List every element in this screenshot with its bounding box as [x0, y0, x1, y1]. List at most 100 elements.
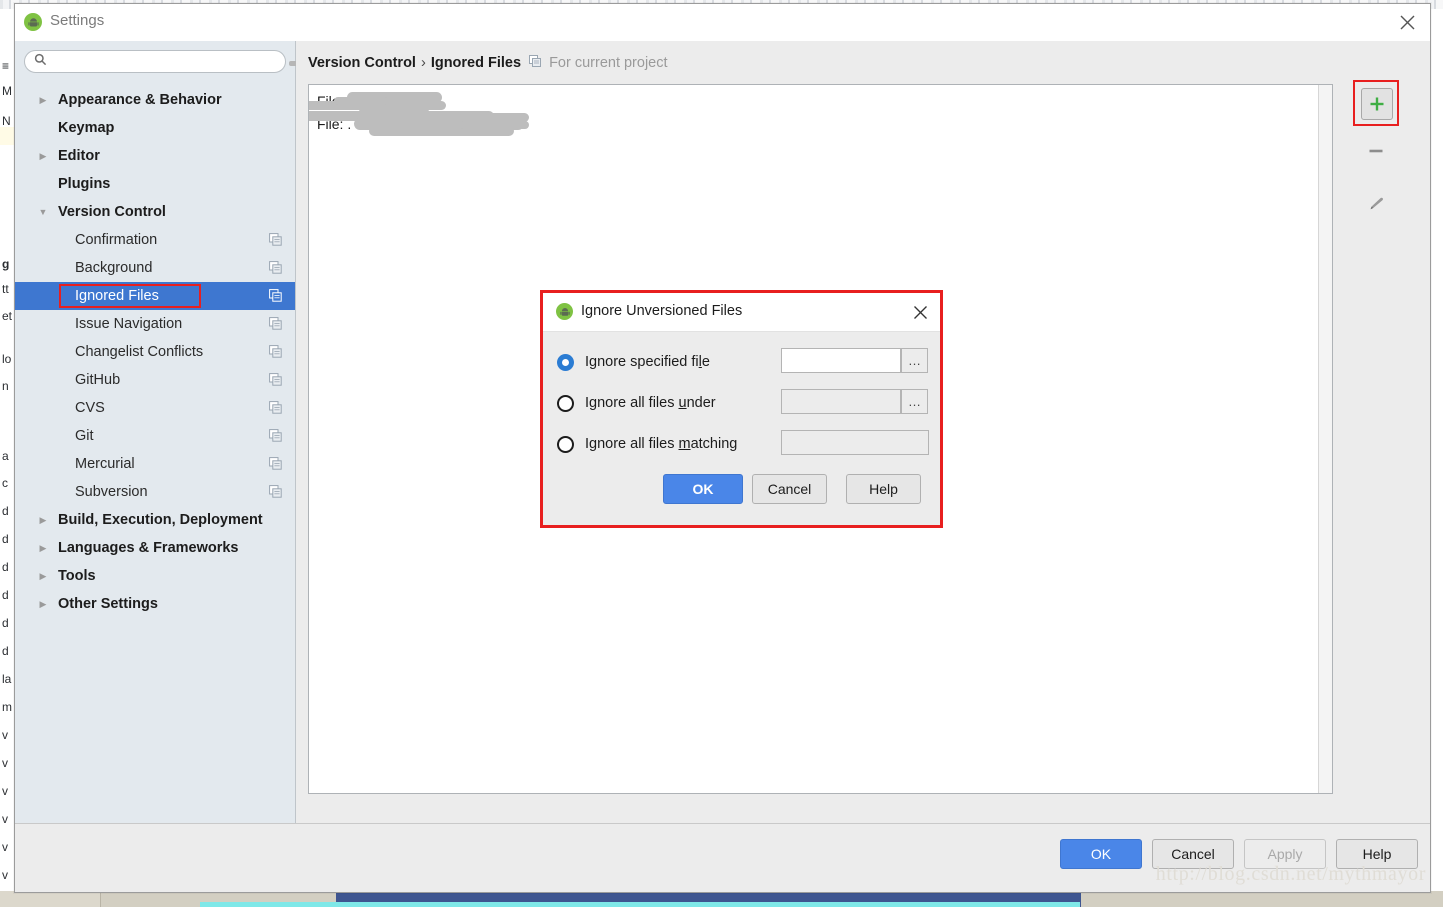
- sidebar-item-label: Git: [75, 428, 94, 444]
- sidebar-item-plugins[interactable]: Plugins: [15, 170, 295, 198]
- background-text-fragment: M: [2, 84, 12, 98]
- copy-icon: [269, 485, 282, 503]
- background-text-fragment: v: [2, 812, 8, 826]
- redaction-mark: [459, 121, 529, 129]
- settings-footer: OK Cancel Apply Help http://blog.csdn.ne…: [15, 823, 1430, 892]
- sidebar-item-keymap[interactable]: Keymap: [15, 114, 295, 142]
- browse-specified-file-button[interactable]: …: [901, 348, 928, 373]
- sidebar-item-version-control[interactable]: ▼ Version Control: [15, 198, 295, 226]
- dialog-ok-button[interactable]: OK: [663, 474, 743, 504]
- android-studio-icon: [556, 303, 573, 320]
- copy-icon: [269, 429, 282, 447]
- sidebar-item-label: Confirmation: [75, 232, 158, 248]
- copy-icon: [269, 233, 282, 251]
- copy-icon: [529, 55, 542, 71]
- sidebar-item-background[interactable]: Background: [15, 254, 295, 282]
- background-text-fragment: v: [2, 756, 8, 770]
- radio-ignore-all-files-under[interactable]: [557, 394, 574, 412]
- sidebar-item-editor[interactable]: ▶ Editor: [15, 142, 295, 170]
- breadcrumb: Version Control › Ignored Files For curr…: [308, 55, 668, 71]
- search-box[interactable]: [24, 50, 286, 73]
- background-text-fragment: d: [2, 532, 9, 546]
- background-text-fragment: la: [2, 672, 12, 686]
- breadcrumb-current: Ignored Files: [430, 55, 522, 71]
- search-input[interactable]: [52, 53, 276, 70]
- sidebar-item-label: Other Settings: [58, 596, 158, 612]
- sidebar-item-label: Appearance & Behavior: [58, 92, 222, 108]
- sidebar-item-languages-frameworks[interactable]: ▶ Languages & Frameworks: [15, 534, 295, 562]
- option-label: Ignore all files matching: [585, 436, 738, 452]
- copy-icon: [269, 373, 282, 391]
- background-text-fragment: c: [2, 476, 8, 490]
- background-text-fragment: v: [2, 728, 8, 742]
- close-icon[interactable]: [906, 298, 934, 326]
- sidebar-item-cvs[interactable]: CVS: [15, 394, 295, 422]
- background-text-fragment: a: [2, 449, 9, 463]
- sidebar-item-changelist-conflicts[interactable]: Changelist Conflicts: [15, 338, 295, 366]
- radio-ignore-all-files-matching[interactable]: [557, 435, 574, 453]
- sidebar-item-confirmation[interactable]: Confirmation: [15, 226, 295, 254]
- specified-file-input[interactable]: [781, 348, 901, 373]
- list-scrollbar[interactable]: [1318, 85, 1332, 793]
- copy-icon: [269, 345, 282, 363]
- sidebar-item-label: CVS: [75, 400, 105, 416]
- ok-button[interactable]: OK: [1060, 839, 1142, 869]
- background-text-fragment: v: [2, 868, 8, 882]
- search-icon: [34, 53, 47, 71]
- list-toolbar: [1340, 80, 1418, 794]
- option-ignore-all-files-matching[interactable]: Ignore all files matching: [557, 432, 737, 456]
- chevron-right-icon[interactable]: ▶: [37, 515, 49, 525]
- background-text-fragment: N: [2, 114, 11, 128]
- option-ignore-all-files-under[interactable]: Ignore all files under: [557, 391, 716, 415]
- dialog-help-button[interactable]: Help: [846, 474, 921, 504]
- chevron-right-icon[interactable]: ▶: [37, 543, 49, 553]
- browse-files-under-button[interactable]: …: [901, 389, 928, 414]
- sidebar-item-other-settings[interactable]: ▶ Other Settings: [15, 590, 295, 618]
- background-text-fragment: d: [2, 504, 9, 518]
- background-text-fragment: g: [2, 257, 10, 271]
- option-ignore-specified-file[interactable]: Ignore specified file: [557, 350, 710, 374]
- radio-ignore-specified-file[interactable]: [557, 353, 574, 371]
- watermark: http://blog.csdn.net/mythmayor: [1155, 863, 1426, 885]
- sidebar-item-github[interactable]: GitHub: [15, 366, 295, 394]
- close-icon[interactable]: [1384, 4, 1430, 40]
- sidebar-item-mercurial[interactable]: Mercurial: [15, 450, 295, 478]
- background-text-fragment: d: [2, 644, 9, 658]
- remove-button[interactable]: [1361, 136, 1391, 166]
- chevron-right-icon[interactable]: ▶: [37, 95, 49, 105]
- ignore-unversioned-files-dialog: Ignore Unversioned Files Ignore specifie…: [543, 293, 940, 525]
- dialog-title: Ignore Unversioned Files: [581, 303, 743, 319]
- sidebar-item-subversion[interactable]: Subversion: [15, 478, 295, 506]
- chevron-down-icon[interactable]: ▼: [37, 207, 49, 217]
- settings-sidebar: ▶ Appearance & Behavior Keymap ▶ Editor Plugi…: [15, 41, 313, 824]
- chevron-right-icon[interactable]: ▶: [37, 151, 49, 161]
- files-under-input[interactable]: [781, 389, 901, 414]
- sidebar-item-issue-navigation[interactable]: Issue Navigation: [15, 310, 295, 338]
- add-button[interactable]: [1361, 88, 1393, 120]
- sidebar-item-label: Background: [75, 260, 153, 276]
- dialog-title-bar: Ignore Unversioned Files: [543, 293, 940, 332]
- sidebar-item-appearance-behavior[interactable]: ▶ Appearance & Behavior: [15, 86, 295, 114]
- sidebar-item-build-execution-deployment[interactable]: ▶ Build, Execution, Deployment: [15, 506, 295, 534]
- edit-pencil-icon[interactable]: [1361, 190, 1391, 220]
- sidebar-item-ignored-files[interactable]: Ignored Files: [15, 282, 295, 310]
- background-text-fragment: d: [2, 616, 9, 630]
- dialog-cancel-button[interactable]: Cancel: [752, 474, 827, 504]
- breadcrumb-separator: ›: [420, 55, 426, 71]
- sidebar-item-label: Keymap: [58, 120, 115, 136]
- background-text-fragment: n: [2, 379, 9, 393]
- sidebar-item-label: Build, Execution, Deployment: [58, 512, 263, 528]
- background-text-fragment: d: [2, 588, 9, 602]
- breadcrumb-parent[interactable]: Version Control: [308, 55, 416, 71]
- background-text-fragment: v: [2, 840, 8, 854]
- chevron-right-icon[interactable]: ▶: [37, 599, 49, 609]
- sidebar-item-git[interactable]: Git: [15, 422, 295, 450]
- sidebar-item-label: Plugins: [58, 176, 111, 192]
- files-matching-input[interactable]: [781, 430, 929, 455]
- sidebar-item-tools[interactable]: ▶ Tools: [15, 562, 295, 590]
- background-text-fragment: lo: [2, 352, 12, 366]
- background-text-fragment: ≡: [2, 59, 10, 73]
- chevron-right-icon[interactable]: ▶: [37, 571, 49, 581]
- background-text-fragment: m: [2, 700, 12, 714]
- settings-category-tree: ▶ Appearance & Behavior Keymap ▶ Editor Plugi…: [15, 86, 295, 618]
